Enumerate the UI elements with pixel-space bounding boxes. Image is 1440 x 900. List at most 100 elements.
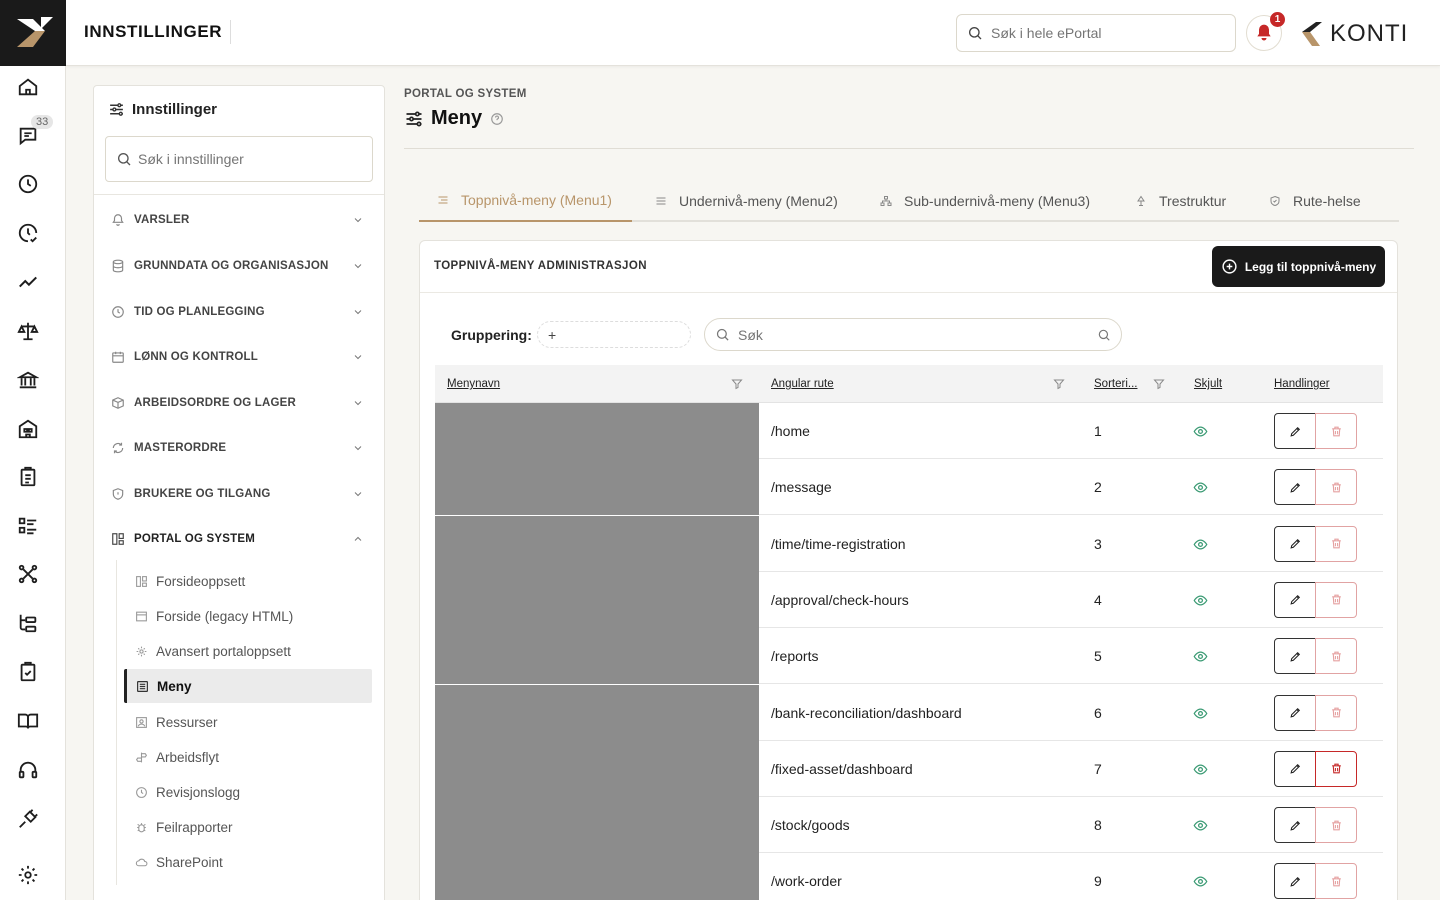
delete-button[interactable]: [1315, 750, 1357, 787]
delete-button[interactable]: [1315, 525, 1357, 562]
grouping-dropzone[interactable]: +: [537, 321, 691, 348]
gear-icon[interactable]: [13, 860, 43, 890]
column-header-menynavn[interactable]: Menynavn: [447, 365, 747, 403]
brand-name: KONTI: [1330, 20, 1409, 47]
table-row[interactable]: /reports 5: [435, 628, 1383, 685]
tab-menu2[interactable]: Undernivå-meny (Menu2): [637, 180, 856, 222]
app-logo[interactable]: [0, 0, 66, 66]
settings-search[interactable]: [105, 136, 373, 182]
column-label: Angular rute: [771, 378, 834, 390]
delete-button[interactable]: [1315, 638, 1357, 675]
search-submit-icon[interactable]: [1097, 328, 1111, 342]
tab-menu3[interactable]: Sub-undernivå-meny (Menu3): [862, 180, 1108, 222]
edit-button[interactable]: [1274, 469, 1316, 506]
table-search-input[interactable]: [738, 326, 1097, 343]
settings-group-tid[interactable]: TID OG PLANLEGGING: [110, 300, 370, 324]
settings-group-arbeidsordre[interactable]: ARBEIDSORDRE OG LAGER: [110, 391, 370, 415]
settings-group-varsler[interactable]: VARSLER: [110, 208, 370, 232]
sub-item-forsideoppsett[interactable]: Forsideoppsett: [124, 564, 372, 598]
chevron-down-icon: [352, 214, 364, 226]
building-icon[interactable]: [13, 414, 43, 444]
settings-group-brukere[interactable]: BRUKERE OG TILGANG: [110, 482, 370, 506]
edit-button[interactable]: [1274, 413, 1316, 449]
trend-icon[interactable]: [13, 267, 43, 297]
sub-item-ressurser[interactable]: Ressurser: [124, 705, 372, 739]
menu-name-cell: [435, 684, 759, 741]
sub-item-revisjonslogg[interactable]: Revisjonslogg: [124, 775, 372, 809]
add-top-menu-button[interactable]: Legg til toppnivå-meny: [1212, 246, 1385, 287]
global-search[interactable]: [956, 14, 1236, 52]
sliders-icon: [404, 109, 424, 129]
edit-button[interactable]: [1274, 750, 1316, 787]
table-row[interactable]: /home 1: [435, 403, 1383, 459]
edit-button[interactable]: [1274, 638, 1316, 675]
bank-icon[interactable]: [13, 365, 43, 395]
table-row[interactable]: /bank-reconciliation/dashboard 6: [435, 684, 1383, 741]
tab-route-health[interactable]: Rute-helse: [1251, 180, 1379, 222]
clipboard-icon[interactable]: [13, 462, 43, 492]
edit-button[interactable]: [1274, 525, 1316, 562]
delete-button[interactable]: [1315, 863, 1357, 900]
tab-tree[interactable]: Trestruktur: [1117, 180, 1244, 222]
delete-button[interactable]: [1315, 694, 1357, 731]
sub-item-meny[interactable]: Meny: [124, 669, 372, 703]
settings-search-input[interactable]: [138, 151, 358, 167]
sub-item-arbeidsflyt[interactable]: Arbeidsflyt: [124, 740, 372, 774]
table-row[interactable]: /message 2: [435, 459, 1383, 516]
column-header-sortering[interactable]: Sorteri...: [1094, 365, 1174, 403]
group-label: MASTERORDRE: [134, 442, 227, 454]
eye-icon: [1193, 874, 1208, 889]
column-label: Handlinger: [1274, 378, 1330, 390]
breadcrumb: PORTAL OG SYSTEM: [404, 88, 527, 100]
edit-button[interactable]: [1274, 581, 1316, 618]
plug-icon[interactable]: [13, 804, 43, 834]
filter-icon[interactable]: [1053, 378, 1065, 390]
tree-icon[interactable]: [13, 608, 43, 638]
search-icon: [116, 151, 132, 167]
table-row[interactable]: /stock/goods 8: [435, 797, 1383, 854]
delete-button[interactable]: [1315, 581, 1357, 618]
clock-check-icon[interactable]: [13, 218, 43, 248]
card-title: TOPPNIVÅ-MENY ADMINISTRASJON: [434, 260, 647, 272]
table-search[interactable]: [704, 318, 1122, 351]
sub-item-feilrapporter[interactable]: Feilrapporter: [124, 810, 372, 844]
edit-button[interactable]: [1274, 863, 1316, 900]
table-row[interactable]: /work-order 9: [435, 853, 1383, 900]
delete-button[interactable]: [1315, 469, 1357, 506]
list-icon[interactable]: [13, 511, 43, 541]
table-row[interactable]: /approval/check-hours 4: [435, 571, 1383, 628]
sub-item-avansert[interactable]: Avansert portaloppsett: [124, 634, 372, 668]
home-icon[interactable]: [13, 72, 43, 102]
help-icon[interactable]: [490, 112, 504, 126]
tab-menu1[interactable]: Toppnivå-meny (Menu1): [419, 180, 632, 222]
column-header-skjult[interactable]: Skjult: [1194, 365, 1254, 403]
edit-button[interactable]: [1274, 807, 1316, 844]
settings-group-lonn[interactable]: LØNN OG KONTROLL: [110, 345, 370, 369]
delete-button[interactable]: [1315, 413, 1357, 449]
table-row[interactable]: /time/time-registration 3: [435, 515, 1383, 572]
sort-cell: 6: [1094, 704, 1102, 721]
network-icon[interactable]: [13, 559, 43, 589]
headset-icon[interactable]: [13, 755, 43, 785]
settings-group-portal[interactable]: PORTAL OG SYSTEM: [110, 527, 370, 551]
global-search-input[interactable]: [991, 25, 1211, 41]
pencil-icon: [1289, 762, 1302, 775]
filter-icon[interactable]: [1153, 378, 1165, 390]
sub-item-forside-legacy[interactable]: Forside (legacy HTML): [124, 599, 372, 633]
edit-button[interactable]: [1274, 694, 1316, 731]
delete-button[interactable]: [1315, 807, 1357, 844]
tab-label: Undernivå-meny (Menu2): [679, 193, 838, 209]
settings-group-grunndata[interactable]: GRUNNDATA OG ORGANISASJON: [110, 254, 370, 278]
chevron-down-icon: [352, 306, 364, 318]
clipboard-check-icon[interactable]: [13, 657, 43, 687]
column-header-handlinger[interactable]: Handlinger: [1274, 365, 1374, 403]
sub-item-sharepoint[interactable]: SharePoint: [124, 845, 372, 879]
scale-icon[interactable]: [13, 316, 43, 346]
sub-item-label: Meny: [157, 678, 192, 694]
column-header-angular-rute[interactable]: Angular rute: [771, 365, 1071, 403]
filter-icon[interactable]: [731, 378, 743, 390]
table-row[interactable]: /fixed-asset/dashboard 7: [435, 740, 1383, 797]
clock-icon[interactable]: [13, 169, 43, 199]
book-icon[interactable]: [13, 706, 43, 736]
settings-group-masterordre[interactable]: MASTERORDRE: [110, 436, 370, 460]
